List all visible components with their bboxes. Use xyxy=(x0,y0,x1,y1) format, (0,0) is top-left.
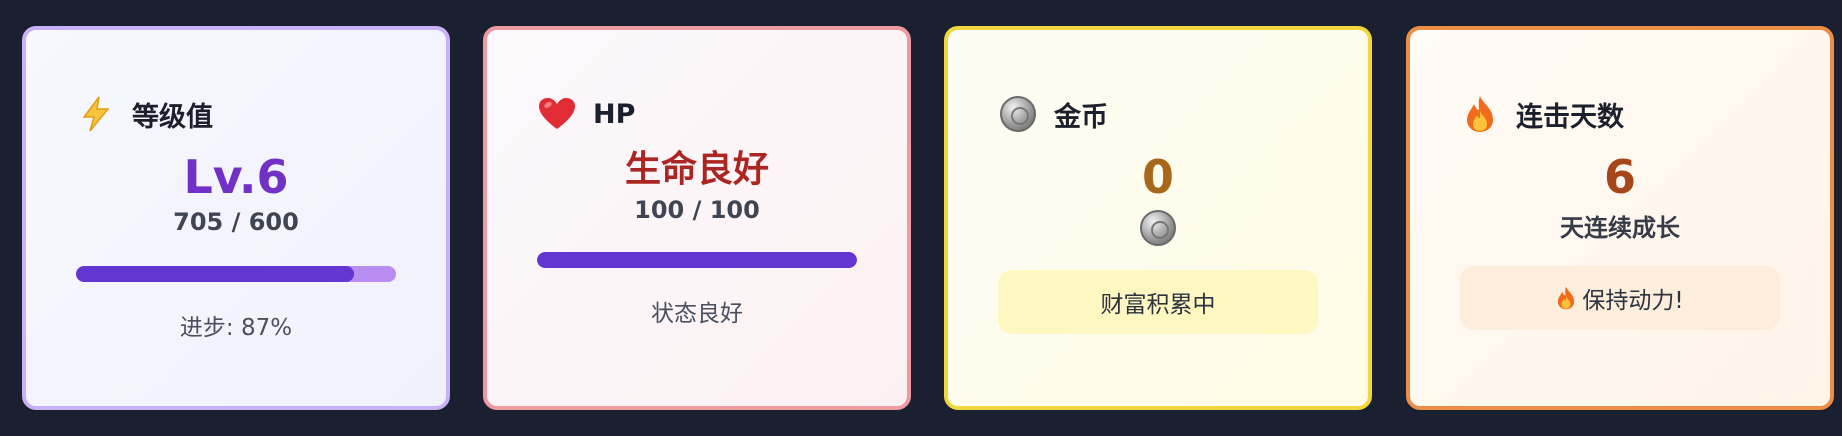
streak-days: 6 xyxy=(1603,150,1636,204)
hp-status-title: 生命良好 xyxy=(624,149,769,190)
stats-row: 等级值 Lv.6 705 / 600 进步: 87% HP 生命良好 100 /… xyxy=(0,0,1842,436)
hp-value: 100 / 100 xyxy=(634,196,760,224)
gold-card-title: 金币 xyxy=(1054,101,1108,133)
hp-progress-fill xyxy=(537,252,857,268)
gold-card-header: 金币 xyxy=(998,90,1318,138)
xp-value: 705 / 600 xyxy=(173,208,299,236)
gold-status-pill: 财富积累中 xyxy=(998,270,1318,334)
gold-card: 金币 0 财富积累中 xyxy=(944,26,1372,410)
level-progress-fill xyxy=(76,266,355,282)
hp-card-title: HP xyxy=(593,98,636,130)
level-progress-label: 进步: 87% xyxy=(179,315,293,341)
streak-days-label: 天连续成长 xyxy=(1560,214,1680,242)
streak-card: 连击天数 6 天连续成长 保持动力! xyxy=(1406,26,1834,410)
hp-card-header: HP xyxy=(537,90,857,138)
streak-card-title: 连击天数 xyxy=(1516,101,1624,133)
streak-status-pill: 保持动力! xyxy=(1460,266,1780,330)
heart-icon xyxy=(537,94,577,134)
fire-icon xyxy=(1556,286,1576,310)
level-card-header: 等级值 xyxy=(76,90,396,138)
hp-progress-bar xyxy=(537,252,857,268)
lightning-icon xyxy=(76,94,116,134)
streak-pill-text: 保持动力! xyxy=(1582,288,1684,314)
level-card-title: 等级值 xyxy=(132,101,213,133)
level-card: 等级值 Lv.6 705 / 600 进步: 87% xyxy=(22,26,450,410)
level-value: Lv.6 xyxy=(183,150,289,204)
coin-icon xyxy=(1140,208,1176,248)
level-progress-bar xyxy=(76,266,396,282)
hp-status-note: 状态良好 xyxy=(651,301,743,327)
hp-card: HP 生命良好 100 / 100 状态良好 xyxy=(483,26,911,410)
gold-amount: 0 xyxy=(1141,150,1174,204)
streak-card-header: 连击天数 xyxy=(1460,90,1780,138)
fire-icon xyxy=(1460,94,1500,134)
coin-icon xyxy=(998,94,1038,134)
